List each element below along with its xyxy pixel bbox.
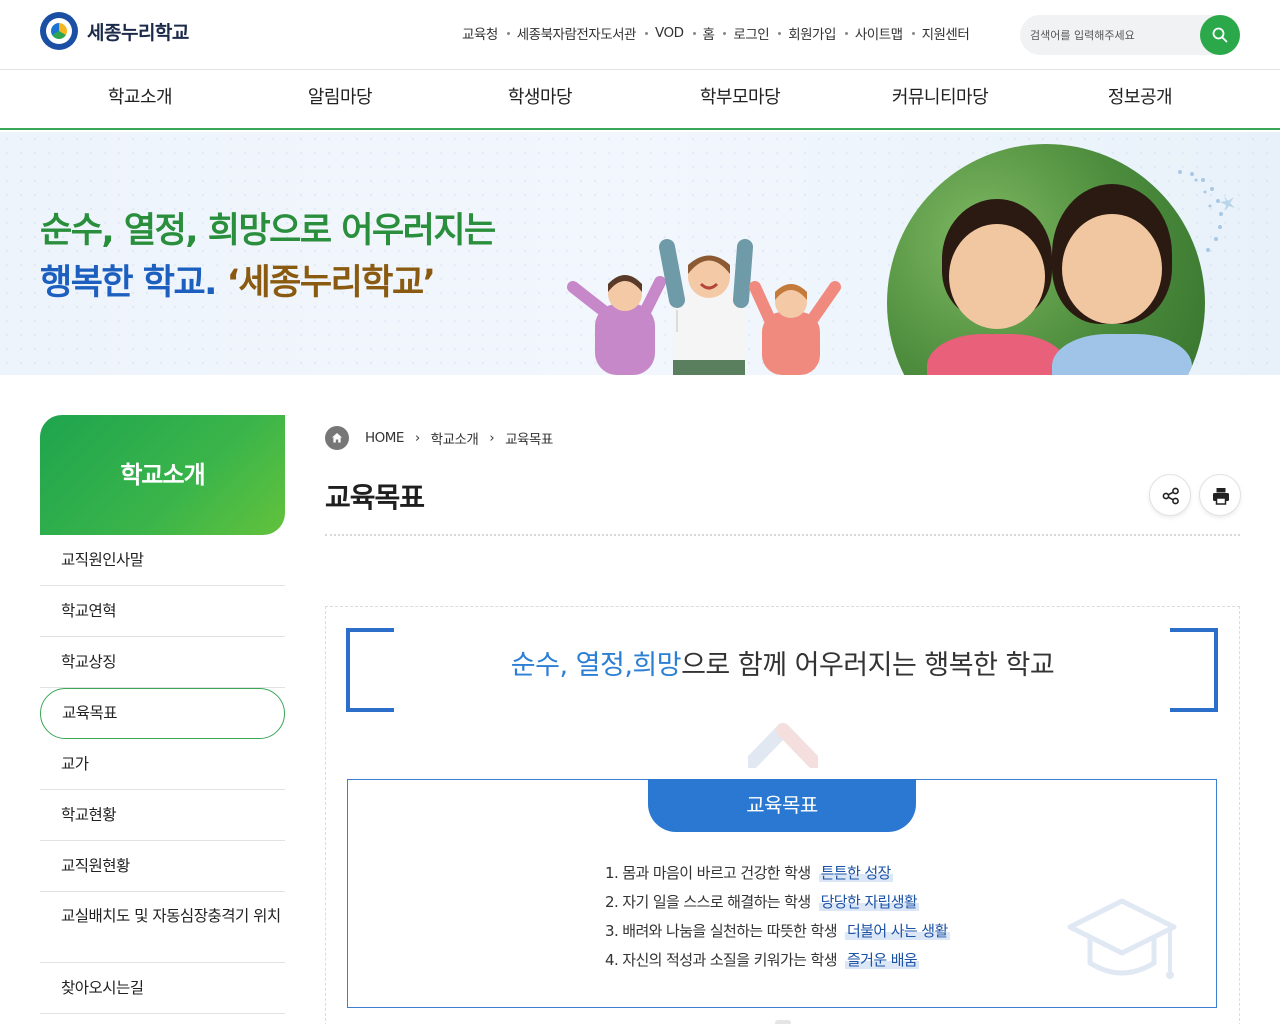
side-nav-item-school-status[interactable]: 학교현황 xyxy=(40,790,285,841)
print-icon xyxy=(1213,488,1229,505)
goals-list: 1. 몸과 마음이 바르고 건강한 학생 튼튼한 성장 2. 자기 일을 스스로 … xyxy=(605,862,950,978)
goal-item: 1. 몸과 마음이 바르고 건강한 학생 튼튼한 성장 xyxy=(605,864,893,882)
school-logo[interactable]: 세종누리학교 xyxy=(40,12,189,50)
breadcrumb-school-intro[interactable]: 학교소개 xyxy=(431,428,479,448)
bottom-decoration xyxy=(775,1020,791,1024)
hero-banner: 순수, 열정, 희망으로 어우러지는 행복한 학교. ‘세종누리학교’ xyxy=(0,132,1280,375)
bracket-right-decoration xyxy=(1170,628,1218,712)
util-link-sitemap[interactable]: 사이트맵 xyxy=(836,23,903,43)
search-button[interactable] xyxy=(1200,15,1240,55)
cheering-kids-illustration xyxy=(567,239,841,375)
side-nav-item-education-goals[interactable]: 교육목표 xyxy=(40,688,285,739)
logo-text: 세종누리학교 xyxy=(87,21,189,44)
share-icon xyxy=(1162,487,1179,505)
chevron-right-icon: › xyxy=(414,430,420,446)
search-input[interactable] xyxy=(1030,24,1200,46)
home-icon[interactable] xyxy=(325,426,349,450)
util-link-login[interactable]: 로그인 xyxy=(714,23,770,43)
breadcrumb: HOME › 학교소개 › 교육목표 xyxy=(325,426,553,450)
banner-slogan-line2: 행복한 학교. ‘세종누리학교’ xyxy=(40,263,436,303)
side-nav-item-classroom-layout[interactable]: 교실배치도 및 자동심장충격기 위치 xyxy=(40,892,285,963)
gnb-item-community[interactable]: 커뮤니티마당 xyxy=(840,70,1040,128)
chevron-right-icon: › xyxy=(489,430,495,446)
side-nav-item-staff-status[interactable]: 교직원현황 xyxy=(40,841,285,892)
side-nav-list: 교직원인사말 학교연혁 학교상징 교육목표 교가 학교현황 교직원현황 교실배치… xyxy=(40,535,285,1014)
util-link-e-library[interactable]: 세종북자람전자도서관 xyxy=(498,23,636,43)
gnb-item-students[interactable]: 학생마당 xyxy=(440,70,640,128)
util-link-support-center[interactable]: 지원센터 xyxy=(903,23,970,43)
banner-slogan-line1: 순수, 열정, 희망으로 어우러지는 xyxy=(40,211,496,251)
search-icon xyxy=(1212,27,1228,43)
gnb-item-school-intro[interactable]: 학교소개 xyxy=(40,70,240,128)
util-link-education-office[interactable]: 교육청 xyxy=(462,23,498,43)
side-nav-item-school-song[interactable]: 교가 xyxy=(40,739,285,790)
print-button[interactable] xyxy=(1199,474,1241,516)
sparkle-decoration xyxy=(1178,170,1235,252)
util-link-signup[interactable]: 회원가입 xyxy=(769,23,836,43)
utility-nav: 교육청 세종북자람전자도서관 VOD 홈 로그인 회원가입 사이트맵 지원센터 xyxy=(462,23,970,43)
main-nav: 학교소개 알림마당 학생마당 학부모마당 커뮤니티마당 정보공개 xyxy=(0,70,1280,130)
school-vision: 순수, 열정,희망으로 함께 어우러지는 행복한 학교 xyxy=(510,650,1055,681)
gnb-item-info-disclosure[interactable]: 정보공개 xyxy=(1040,70,1240,128)
page-title: 교육목표 xyxy=(325,481,425,514)
util-link-vod[interactable]: VOD xyxy=(636,25,684,41)
breadcrumb-home[interactable]: HOME xyxy=(365,430,404,446)
graduation-cap-icon xyxy=(1067,898,1177,979)
bracket-left-decoration xyxy=(346,628,394,712)
chevron-up-decoration-icon xyxy=(748,723,818,768)
gnb-item-parents[interactable]: 학부모마당 xyxy=(640,70,840,128)
goal-item: 3. 배려와 나눔을 실천하는 따뜻한 학생 더불어 사는 생활 xyxy=(605,922,950,940)
school-emblem-icon xyxy=(40,12,78,50)
gnb-item-notices[interactable]: 알림마당 xyxy=(240,70,440,128)
goal-item: 2. 자기 일을 스스로 해결하는 학생 당당한 자립생활 xyxy=(605,893,920,911)
site-header: 세종누리학교 교육청 세종북자람전자도서관 VOD 홈 로그인 회원가입 사이트… xyxy=(0,0,1280,70)
side-nav-item-greeting[interactable]: 교직원인사말 xyxy=(40,535,285,586)
side-nav-item-history[interactable]: 학교연혁 xyxy=(40,586,285,637)
search-box xyxy=(1020,15,1240,55)
breadcrumb-current[interactable]: 교육목표 xyxy=(505,428,553,448)
side-nav-item-symbols[interactable]: 학교상징 xyxy=(40,637,285,688)
title-divider xyxy=(325,534,1240,536)
util-link-home[interactable]: 홈 xyxy=(684,23,715,43)
side-nav-title: 학교소개 xyxy=(40,415,285,535)
side-nav-item-directions[interactable]: 찾아오시는길 xyxy=(40,963,285,1014)
goals-tab-label: 교육목표 xyxy=(648,779,916,832)
share-button[interactable] xyxy=(1149,474,1191,516)
goal-item: 4. 자신의 적성과 소질을 키워가는 학생 즐거운 배움 xyxy=(605,951,920,969)
